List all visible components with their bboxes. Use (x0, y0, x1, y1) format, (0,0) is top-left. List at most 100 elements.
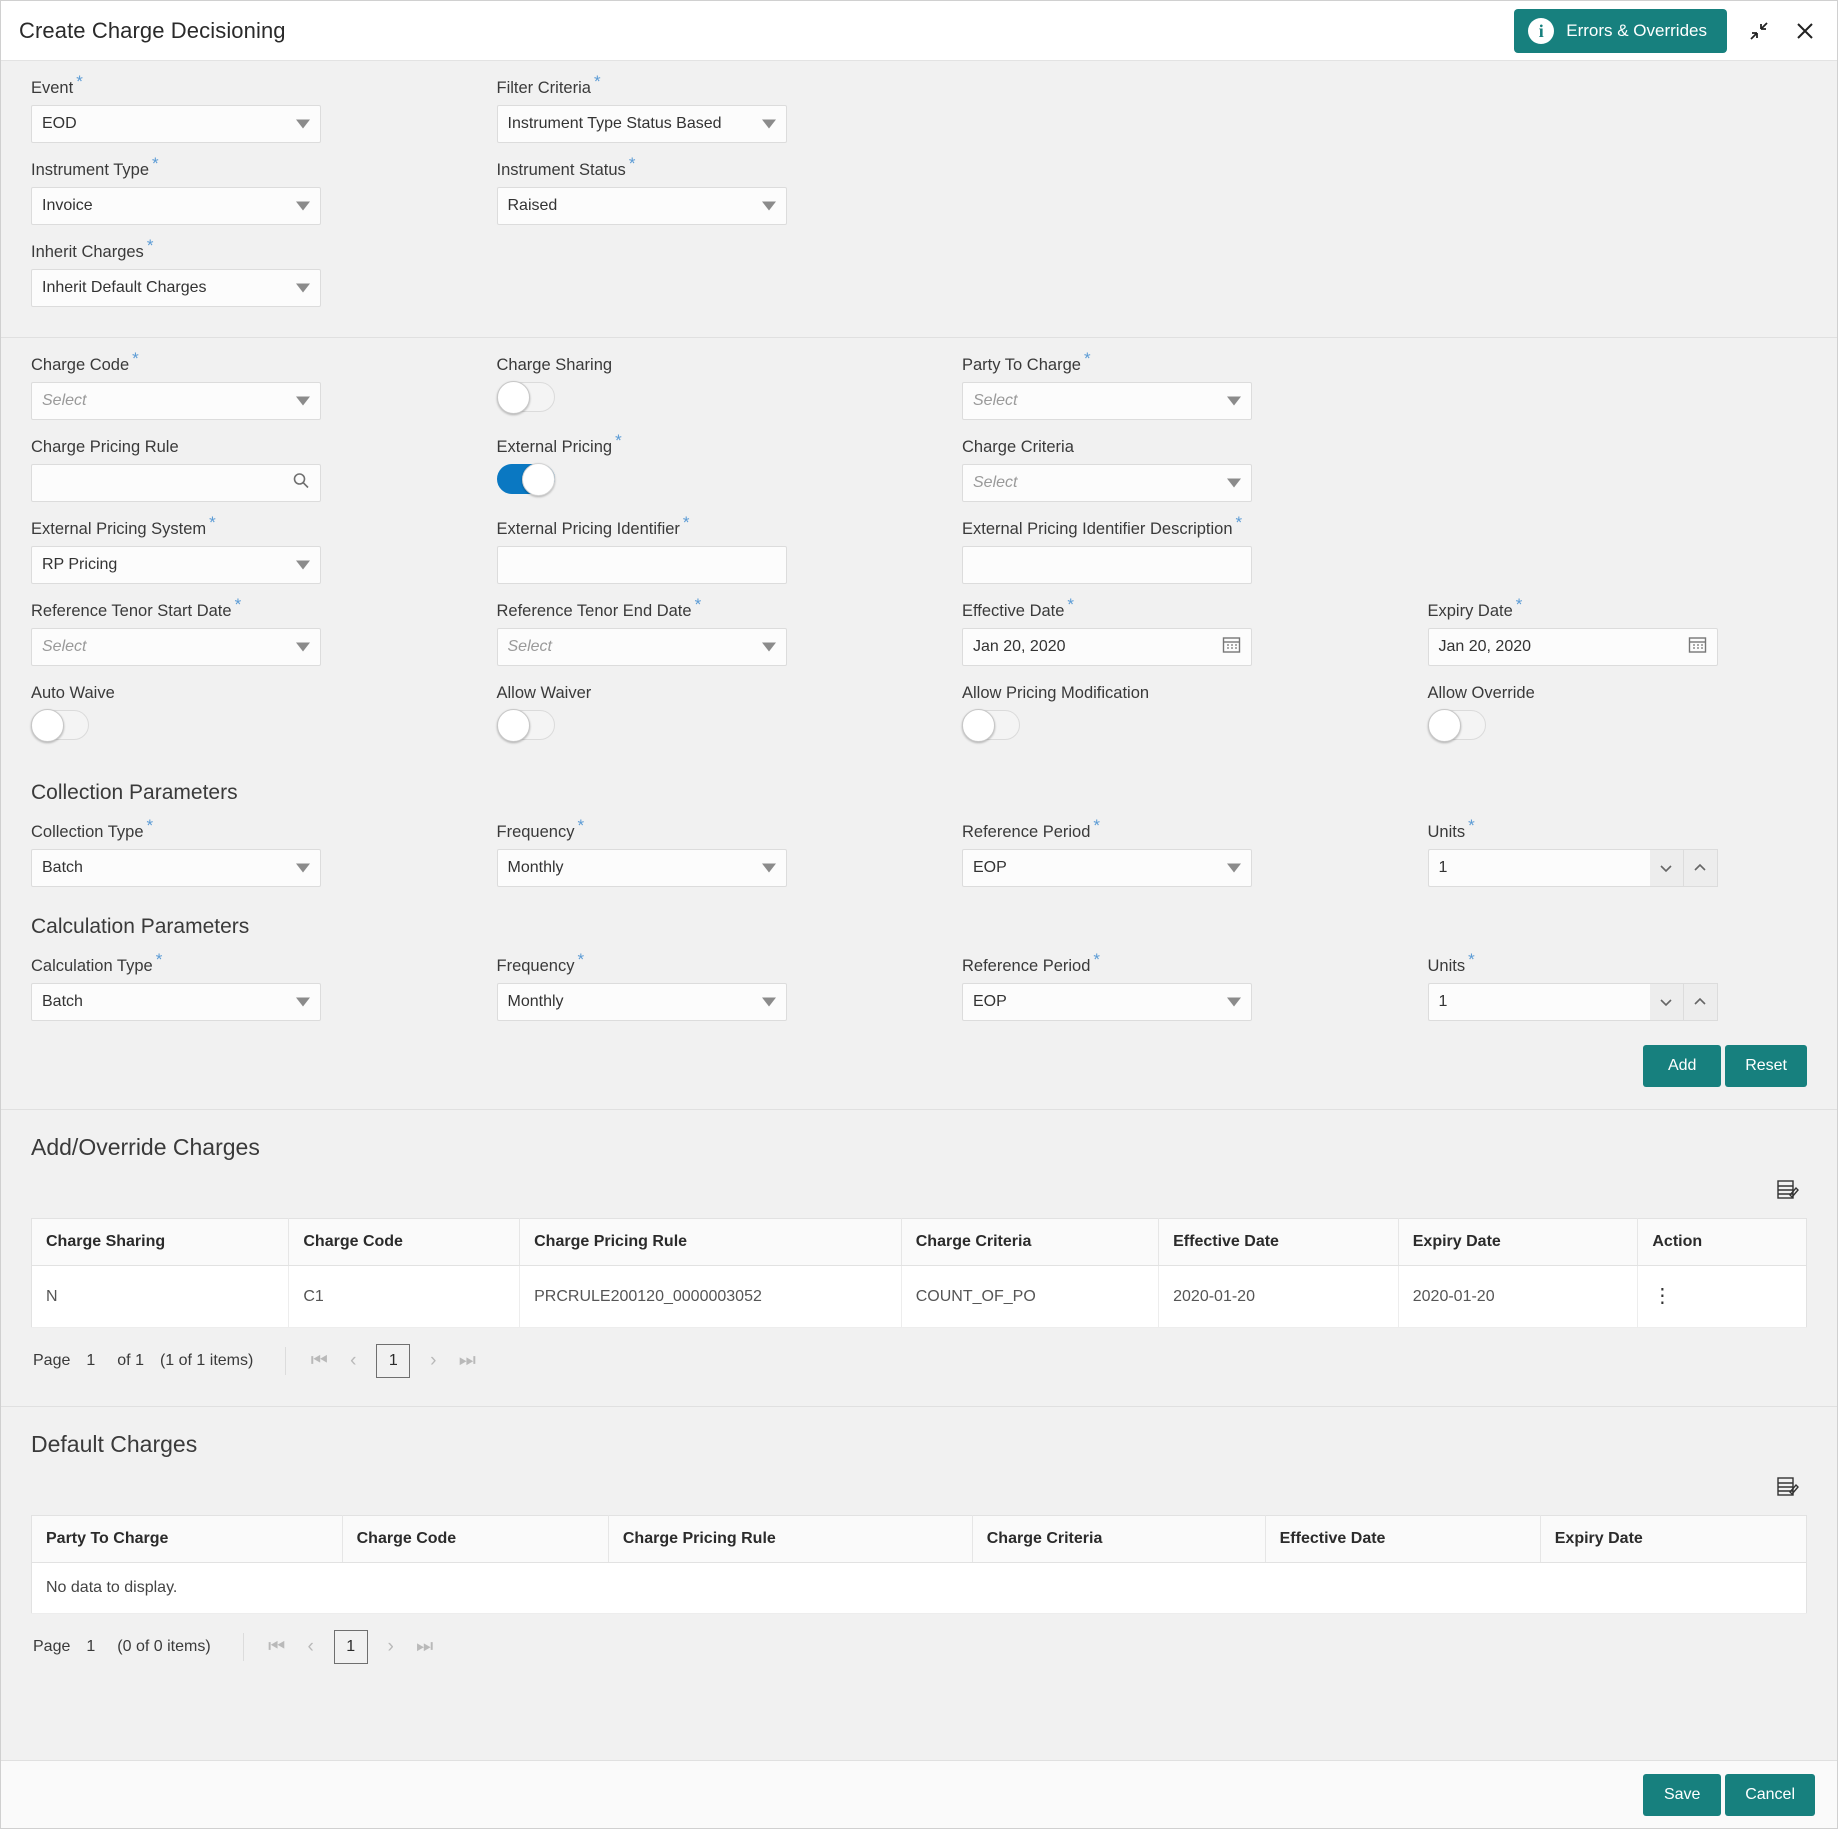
cell-charge-code: C1 (288, 1265, 521, 1328)
inherit-charges-value: Inherit Default Charges (42, 279, 207, 296)
current-page-button[interactable]: 1 (333, 1630, 368, 1664)
pagination-page-label: Page (33, 1638, 71, 1655)
previous-page-icon[interactable]: ‹ (336, 1344, 370, 1378)
label-calculation-frequency: Frequency * (496, 949, 585, 976)
first-page-icon[interactable]: ⏮ (260, 1630, 294, 1664)
label-reference-tenor-start-date: Reference Tenor Start Date * (31, 594, 242, 621)
info-icon: i (1528, 17, 1555, 44)
page-title: Create Charge Decisioning (19, 17, 286, 43)
filter-spacer-3 (962, 161, 1342, 243)
collection-type-select[interactable]: Batch (31, 849, 321, 887)
last-page-icon[interactable]: ⏭ (450, 1344, 484, 1378)
next-page-icon[interactable]: › (416, 1344, 450, 1378)
required-star: * (1515, 594, 1523, 614)
last-page-icon[interactable]: ⏭ (408, 1630, 442, 1664)
filter-spacer-7 (1428, 243, 1808, 325)
pagination-page-number: 1 (86, 1352, 96, 1369)
current-page-button[interactable]: 1 (376, 1344, 411, 1378)
allow-override-toggle[interactable] (1427, 709, 1486, 742)
label-filter-criteria: Filter Criteria * (496, 71, 601, 98)
field-effective-date: Effective Date * Jan 20, 2020 (962, 596, 1342, 666)
collection-units-decrement-button[interactable] (1649, 849, 1684, 887)
reference-tenor-start-date-select[interactable]: Select (31, 628, 321, 666)
minimize-icon[interactable] (1745, 17, 1773, 45)
calendar-icon[interactable] (1222, 635, 1241, 659)
collection-units-input[interactable]: 1 (1427, 849, 1650, 887)
collection-parameters-heading: Collection Parameters (31, 781, 238, 804)
reference-tenor-end-date-select[interactable]: Select (496, 628, 787, 666)
calculation-units-stepper[interactable]: 1 (1427, 983, 1718, 1021)
charge-pricing-rule-input[interactable] (31, 464, 321, 502)
pagination-divider (242, 1633, 244, 1661)
table-row[interactable]: N C1 PRCRULE200120_0000003052 COUNT_OF_P… (31, 1265, 1807, 1328)
collection-reference-period-select[interactable]: EOP (962, 849, 1252, 887)
toggle-knob (1427, 709, 1461, 742)
table-settings-icon[interactable] (1775, 1177, 1801, 1208)
allow-waiver-toggle[interactable] (496, 709, 555, 742)
search-icon[interactable] (292, 472, 310, 495)
expiry-date-value: Jan 20, 2020 (1438, 638, 1532, 655)
field-collection-frequency: Frequency * Monthly (496, 817, 877, 887)
charge-criteria-select[interactable]: Select (962, 464, 1252, 502)
party-to-charge-value: Select (973, 392, 1018, 409)
next-page-icon[interactable]: › (374, 1630, 408, 1664)
errors-and-overrides-button[interactable]: i Errors & Overrides (1514, 8, 1727, 53)
event-select[interactable]: EOD (31, 105, 321, 143)
calculation-parameters-heading: Calculation Parameters (31, 915, 250, 938)
calculation-frequency-select[interactable]: Monthly (496, 983, 787, 1021)
party-to-charge-select[interactable]: Select (962, 382, 1252, 420)
charge-criteria-value: Select (973, 474, 1018, 491)
previous-page-icon[interactable]: ‹ (294, 1630, 328, 1664)
external-pricing-identifier-input[interactable] (496, 546, 787, 584)
calculation-units-input[interactable]: 1 (1427, 983, 1650, 1021)
first-page-icon[interactable]: ⏮ (302, 1344, 336, 1378)
allow-pricing-modification-toggle[interactable] (962, 709, 1020, 742)
required-star: * (628, 153, 636, 173)
filter-criteria-select[interactable]: Instrument Type Status Based (496, 105, 787, 143)
field-collection-units: Units * 1 (1427, 817, 1808, 887)
charge-code-select[interactable]: Select (31, 382, 321, 420)
toggle-knob (31, 709, 64, 742)
field-charge-sharing: Charge Sharing (496, 356, 877, 420)
instrument-status-select[interactable]: Raised (496, 187, 787, 225)
event-value: EOD (42, 115, 77, 132)
effective-date-input[interactable]: Jan 20, 2020 (962, 628, 1252, 666)
external-pricing-toggle[interactable] (496, 463, 555, 496)
label-collection-reference-period: Reference Period * (962, 815, 1101, 842)
cancel-button[interactable]: Cancel (1725, 1773, 1815, 1816)
required-star: * (615, 430, 622, 450)
field-external-pricing-system: External Pricing System * RP Pricing (31, 514, 411, 584)
collection-frequency-select[interactable]: Monthly (496, 849, 787, 887)
auto-waive-toggle[interactable] (31, 709, 89, 742)
charge-sharing-toggle[interactable] (496, 381, 555, 414)
calendar-icon[interactable] (1688, 635, 1707, 659)
collection-units-stepper[interactable]: 1 (1427, 849, 1718, 887)
charge-spacer-3 (1428, 520, 1808, 602)
reset-button[interactable]: Reset (1725, 1045, 1807, 1087)
add-button[interactable]: Add (1643, 1045, 1722, 1087)
pagination-divider (285, 1347, 287, 1375)
instrument-type-select[interactable]: Invoice (31, 187, 321, 225)
field-calculation-units: Units * 1 (1427, 951, 1808, 1021)
col-charge-code: Charge Code (288, 1218, 521, 1266)
required-star: * (1067, 594, 1075, 614)
external-pricing-system-select[interactable]: RP Pricing (31, 546, 321, 584)
inherit-charges-select[interactable]: Inherit Default Charges (31, 269, 321, 307)
row-menu-icon[interactable]: ⋮ (1652, 1285, 1672, 1307)
collection-units-increment-button[interactable] (1683, 849, 1718, 887)
calculation-type-select[interactable]: Batch (31, 983, 321, 1021)
close-icon[interactable] (1791, 17, 1819, 45)
required-star: * (593, 71, 601, 91)
calculation-reference-period-select[interactable]: EOP (962, 983, 1252, 1021)
save-button[interactable]: Save (1643, 1773, 1722, 1816)
chevron-down-icon (761, 119, 776, 129)
calculation-units-decrement-button[interactable] (1649, 983, 1684, 1021)
table-settings-icon[interactable] (1775, 1474, 1801, 1505)
toggle-knob (496, 381, 530, 414)
calculation-units-increment-button[interactable] (1683, 983, 1718, 1021)
expiry-date-input[interactable]: Jan 20, 2020 (1427, 628, 1718, 666)
external-pricing-identifier-description-input[interactable] (962, 546, 1252, 584)
window-titlebar: Create Charge Decisioning i Errors & Ove… (1, 1, 1837, 61)
chevron-down-icon (761, 863, 776, 873)
charge-code-value: Select (42, 392, 87, 409)
